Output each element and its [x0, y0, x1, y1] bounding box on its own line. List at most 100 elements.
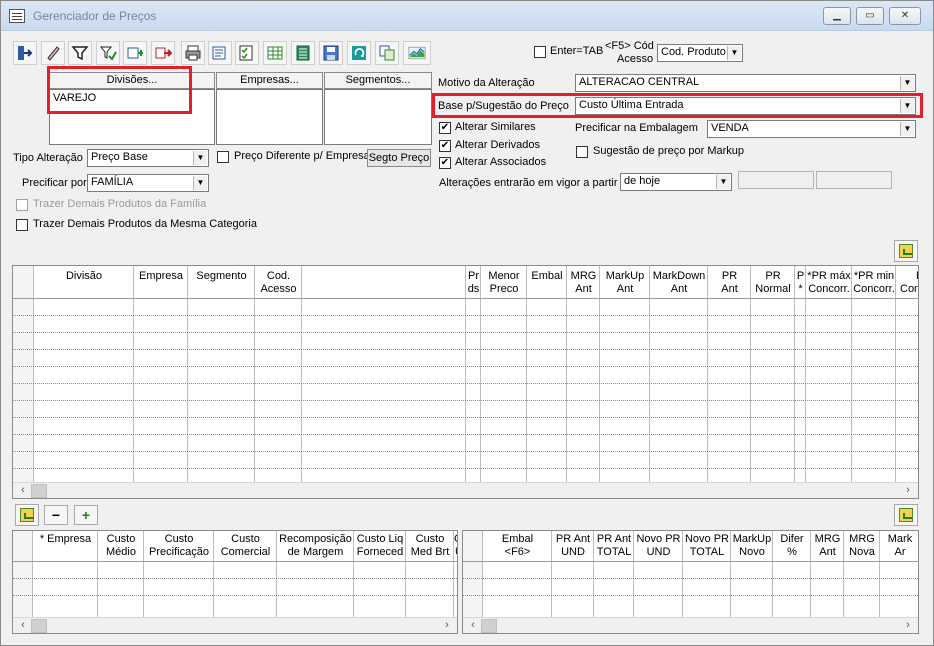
precificar-embalagem-select[interactable]: VENDA ▼	[707, 120, 916, 138]
col-pr-min-concorr[interactable]: *PR min Concorr.	[852, 270, 896, 296]
chevron-down-icon[interactable]: ▼	[716, 175, 730, 189]
col-mrg-ant[interactable]: MRG Ant	[811, 533, 844, 559]
close-button[interactable]: ✕	[889, 7, 921, 25]
col-novo-pr-total[interactable]: Novo PR TOTAL	[683, 533, 731, 559]
maximize-button[interactable]: ▭	[856, 7, 884, 25]
col-markdown-ant[interactable]: MarkDown Ant	[650, 270, 708, 296]
scroll-right-icon[interactable]: ›	[900, 483, 916, 498]
scroll-left-icon[interactable]: ‹	[465, 618, 481, 633]
segto-preco-button[interactable]: Segto Preço	[367, 149, 431, 167]
segmentos-list[interactable]	[324, 89, 432, 145]
col-cod-acesso[interactable]: Cod. Acesso	[255, 270, 302, 296]
vigor-time-field[interactable]	[816, 171, 892, 189]
custos-grid[interactable]: * Empresa Custo Médio Custo Precificação C…	[12, 530, 458, 634]
col-mrg-nova[interactable]: MRG Nova	[844, 533, 880, 559]
col-custo-precificacao[interactable]: Custo Precificação	[144, 533, 214, 559]
grid-col	[34, 266, 134, 498]
scroll-thumb[interactable]	[31, 484, 47, 498]
chart-icon[interactable]	[403, 41, 431, 65]
chevron-down-icon[interactable]: ▼	[900, 122, 914, 136]
filter-check-icon[interactable]	[96, 41, 120, 65]
scroll-right-icon[interactable]: ›	[900, 618, 916, 633]
insert-row-icon[interactable]	[123, 41, 147, 65]
chevron-down-icon[interactable]: ▼	[727, 46, 741, 60]
col-markup-ant[interactable]: MarkUp Ant	[600, 270, 650, 296]
scroll-thumb[interactable]	[31, 619, 47, 633]
col-markup-novo[interactable]: MarkUp Novo	[731, 533, 773, 559]
col-mrg-ant[interactable]: MRG Ant	[567, 270, 600, 296]
eraser-icon[interactable]	[41, 41, 65, 65]
export-grid-icon[interactable]	[894, 240, 918, 262]
scroll-right-icon[interactable]: ›	[439, 618, 455, 633]
precificar-por-select[interactable]: FAMÍLIA ▼	[87, 174, 209, 192]
col-markup-ant[interactable]: Mark Ar	[880, 533, 918, 559]
col-custo-medio[interactable]: Custo Médio	[98, 533, 144, 559]
add-row-button[interactable]: +	[74, 505, 98, 525]
col-embal[interactable]: Embal	[527, 270, 567, 283]
col-custo-med-brt[interactable]: Custo Med Brt	[406, 533, 454, 559]
precos-embalagem-grid[interactable]: Embal <F6> PR Ant UND PR Ant TOTAL Novo PR U…	[462, 530, 919, 634]
alterar-derivados-checkbox[interactable]: ✔	[439, 140, 451, 152]
scroll-thumb[interactable]	[481, 619, 497, 633]
table-icon[interactable]	[263, 41, 287, 65]
preco-diferente-checkbox[interactable]	[217, 151, 229, 163]
col-custo-comercial[interactable]: Custo Comercial	[214, 533, 277, 559]
checklist-icon[interactable]	[235, 41, 259, 65]
col-pr-ds[interactable]: Pr ds	[466, 270, 481, 296]
col-empresa[interactable]: * Empresa	[33, 533, 98, 546]
col-pr-conco[interactable]: PRConco	[896, 270, 918, 296]
segmentos-header[interactable]: Segmentos...	[324, 72, 432, 89]
main-grid[interactable]: Divisão Empresa Segmento Cod. Acesso Pr ds…	[12, 265, 919, 499]
export-icon[interactable]	[151, 41, 175, 65]
col-pr-max-concorr[interactable]: *PR máx Concorr.	[806, 270, 852, 296]
col-pr-ant-total[interactable]: PR Ant TOTAL	[594, 533, 634, 559]
col-difer[interactable]: Difer%	[773, 533, 811, 559]
enter-tab-checkbox[interactable]	[534, 46, 546, 58]
col-pr-ant[interactable]: PR Ant	[708, 270, 751, 296]
custos-grid-scrollbar[interactable]: ‹ ›	[13, 617, 457, 633]
chevron-down-icon[interactable]: ▼	[900, 76, 914, 90]
import-icon[interactable]	[15, 504, 39, 526]
trazer-familia-checkbox[interactable]	[16, 199, 28, 211]
scroll-left-icon[interactable]: ‹	[15, 618, 31, 633]
main-grid-scrollbar[interactable]: ‹ ›	[13, 482, 918, 498]
chevron-down-icon[interactable]: ▼	[193, 151, 207, 165]
copy-icon[interactable]	[375, 41, 399, 65]
col-embal-f6[interactable]: Embal <F6>	[483, 533, 552, 559]
empresas-header[interactable]: Empresas...	[216, 72, 323, 89]
spreadsheet-icon[interactable]	[291, 41, 315, 65]
col-segmento[interactable]: Segmento	[188, 270, 255, 283]
precos-grid-scrollbar[interactable]: ‹ ›	[463, 617, 918, 633]
vigor-select[interactable]: de hoje ▼	[620, 173, 732, 191]
filter-icon[interactable]	[68, 41, 92, 65]
alterar-similares-checkbox[interactable]: ✔	[439, 122, 451, 134]
exit-icon[interactable]	[13, 41, 37, 65]
empresas-list[interactable]	[216, 89, 323, 145]
col-novo-pr-und[interactable]: Novo PR UND	[634, 533, 683, 559]
col-cu[interactable]: CuÚ	[454, 533, 457, 559]
refresh-icon[interactable]	[347, 41, 371, 65]
col-recomposicao-margem[interactable]: Recomposição de Margem	[277, 533, 354, 559]
alterar-associados-checkbox[interactable]: ✔	[439, 157, 451, 169]
col-p[interactable]: P *	[795, 270, 806, 296]
col-pr-normal[interactable]: PR Normal	[751, 270, 795, 296]
preview-icon[interactable]	[208, 41, 232, 65]
vigor-date-field[interactable]	[738, 171, 814, 189]
scroll-left-icon[interactable]: ‹	[15, 483, 31, 498]
col-divisao[interactable]: Divisão	[34, 270, 134, 283]
col-pr-ant-und[interactable]: PR Ant UND	[552, 533, 594, 559]
sugestao-markup-checkbox[interactable]	[576, 146, 588, 158]
col-menor-preco[interactable]: Menor Preco	[481, 270, 527, 296]
trazer-categoria-checkbox[interactable]	[16, 219, 28, 231]
cod-acesso-select[interactable]: Cod. Produto ▼	[657, 44, 743, 62]
tipo-alteracao-select[interactable]: Preço Base ▼	[87, 149, 209, 167]
motivo-select[interactable]: ALTERACAO CENTRAL ▼	[575, 74, 916, 92]
col-empresa[interactable]: Empresa	[134, 270, 188, 283]
save-icon[interactable]	[319, 41, 343, 65]
import-right-icon[interactable]	[894, 504, 918, 526]
print-icon[interactable]	[181, 41, 205, 65]
col-custo-liq-forneced[interactable]: Custo Liq Forneced	[354, 533, 406, 559]
minimize-button[interactable]: ▁	[823, 7, 851, 25]
remove-row-button[interactable]: −	[44, 505, 68, 525]
chevron-down-icon[interactable]: ▼	[193, 176, 207, 190]
